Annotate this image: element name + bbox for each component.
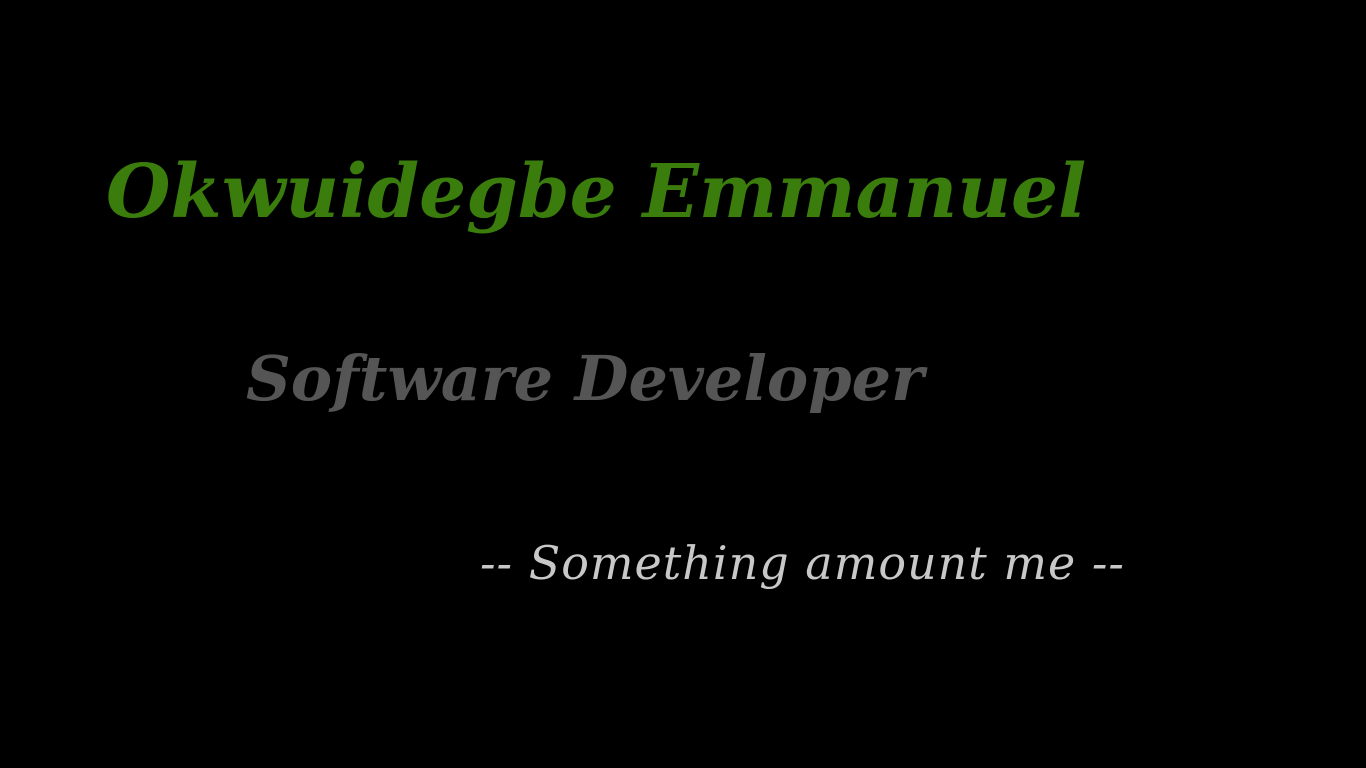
hero-role: Software Developer: [246, 342, 924, 415]
hero-section: Okwuidegbe Emmanuel Software Developer -…: [0, 0, 1366, 768]
hero-name: Okwuidegbe Emmanuel: [106, 149, 1087, 235]
hero-tagline: -- Something amount me --: [480, 536, 1125, 590]
